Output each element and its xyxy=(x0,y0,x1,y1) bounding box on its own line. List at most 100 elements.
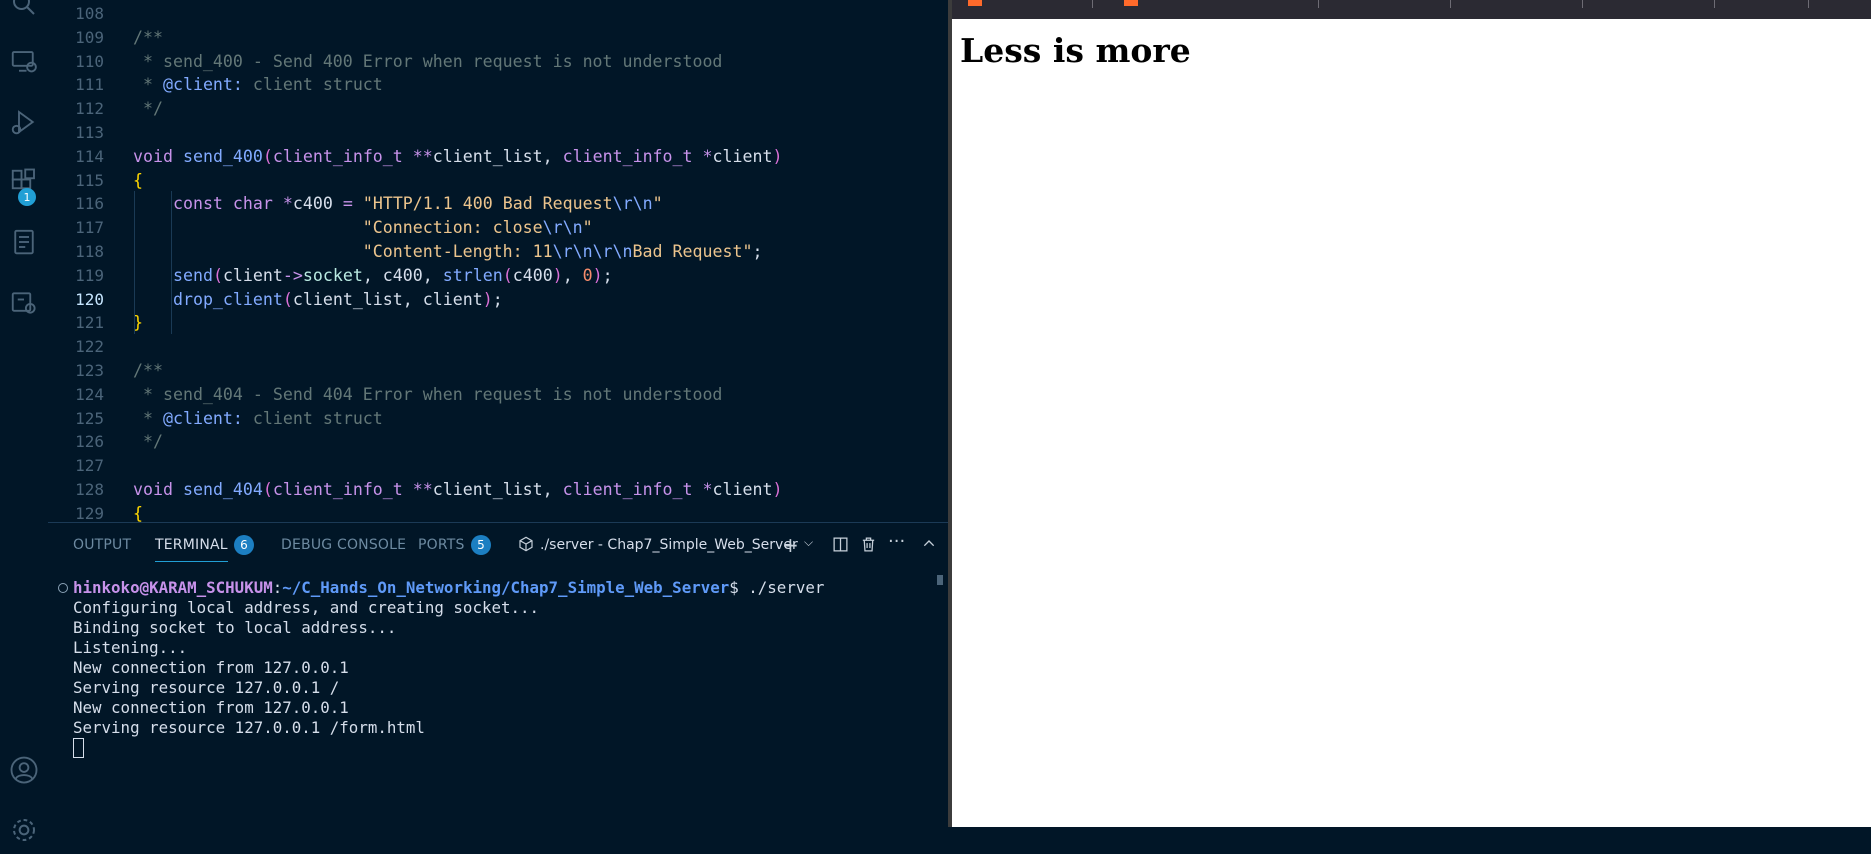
code-line[interactable]: * send_404 - Send 404 Error when request… xyxy=(133,383,722,407)
code-token: @client: xyxy=(162,408,243,428)
code-line[interactable]: /** xyxy=(133,26,163,50)
code-line[interactable]: * @client: client struct xyxy=(133,407,383,431)
code-token: */ xyxy=(133,99,163,119)
code-line[interactable]: * send_400 - Send 400 Error when request… xyxy=(133,50,722,74)
split-terminal-icon[interactable] xyxy=(832,536,849,557)
browser-page: Less is more xyxy=(952,19,1871,827)
docker-icon[interactable] xyxy=(0,278,48,326)
tab-terminal[interactable]: TERMINAL xyxy=(155,537,228,562)
terminal-output-line: Binding socket to local address... xyxy=(73,618,397,637)
code-token: "Content-Length: 11 xyxy=(362,242,553,261)
indent-guide xyxy=(134,191,135,334)
line-number: 127 xyxy=(75,456,104,476)
code-token: send xyxy=(172,265,213,285)
code-line[interactable]: */ xyxy=(133,430,163,454)
line-number: 113 xyxy=(75,123,104,142)
code-token: void xyxy=(133,146,173,166)
code-line[interactable]: * @client: client struct xyxy=(133,73,383,97)
code-token: ( xyxy=(262,146,273,166)
run-debug-icon[interactable] xyxy=(0,98,48,146)
code-token: void xyxy=(133,480,173,499)
code-line[interactable]: /** xyxy=(133,359,163,383)
code-token: 0 xyxy=(582,265,593,285)
code-token: * xyxy=(702,146,713,166)
code-token: = xyxy=(342,194,353,214)
code-token: send_404 xyxy=(182,480,263,499)
code-token: ) xyxy=(592,265,603,285)
code-token: client_info_t xyxy=(562,146,693,166)
remote-explorer-icon[interactable] xyxy=(0,38,48,86)
code-line[interactable]: const char *c400 = "HTTP/1.1 400 Bad Req… xyxy=(133,192,663,216)
search-icon[interactable] xyxy=(0,0,48,28)
code-token: c400 xyxy=(512,265,553,285)
code-token: ) xyxy=(552,265,563,285)
code-token: \r\n xyxy=(612,194,653,214)
code-token: , xyxy=(562,265,583,285)
maximize-panel-chevron-up-icon[interactable] xyxy=(921,535,937,555)
browser-tab-favicon[interactable] xyxy=(968,0,982,6)
terminal-output-line: New connection from 127.0.0.1 xyxy=(73,658,349,677)
terminal-count-badge: 6 xyxy=(234,535,254,555)
code-token: client_list, client xyxy=(292,289,483,309)
code-line[interactable]: send(client->socket, c400, strlen(c400),… xyxy=(133,264,613,288)
tab-debug-console[interactable]: DEBUG CONSOLE xyxy=(281,537,406,553)
code-token: client_info_t xyxy=(272,480,403,499)
command-decoration-icon[interactable] xyxy=(58,583,68,593)
code-token: strlen xyxy=(442,265,503,285)
terminal-name[interactable]: ./server - Chap7_Simple_Web_Server xyxy=(540,537,798,553)
code-token: " xyxy=(582,218,593,238)
tab-separator xyxy=(1714,0,1715,8)
chevron-down-icon[interactable]: ⌵ xyxy=(804,535,813,550)
code-line[interactable]: drop_client(client_list, client); xyxy=(133,288,503,312)
code-line[interactable]: */ xyxy=(133,97,163,121)
code-token: \r\n\r\n xyxy=(552,242,633,261)
outline-icon[interactable] xyxy=(0,218,48,266)
line-number: 110 xyxy=(75,51,104,71)
code-token: ; xyxy=(602,265,613,285)
terminal-prompt-line: hinkoko@KARAM_SCHUKUM:~/C_Hands_On_Netwo… xyxy=(73,578,824,598)
line-number: 124 xyxy=(75,384,104,404)
code-token: * send_404 - Send 404 Error when request… xyxy=(133,384,723,404)
code-token: ( xyxy=(282,289,293,309)
code-token: /** xyxy=(133,361,163,380)
terminal-scrollbar[interactable] xyxy=(937,575,943,585)
code-line[interactable]: { xyxy=(133,502,143,522)
code-token: * xyxy=(133,75,163,95)
code-line[interactable]: void send_404(client_info_t **client_lis… xyxy=(133,478,782,502)
line-number: 109 xyxy=(75,27,104,47)
code-token: @client: xyxy=(162,75,243,95)
code-line[interactable]: void send_400(client_info_t **client_lis… xyxy=(133,145,782,169)
code-token: send_400 xyxy=(182,146,263,166)
code-editor[interactable]: 108 109 110 111 112 113 114 115 116 117 118 119 120 1… xyxy=(48,0,948,522)
code-line[interactable]: "Connection: close\r\n" xyxy=(133,216,593,240)
tab-ports[interactable]: PORTS xyxy=(418,537,465,553)
new-terminal-plus-icon[interactable]: + xyxy=(782,533,799,557)
line-number: 111 xyxy=(75,75,104,95)
code-token: { xyxy=(133,503,143,522)
extensions-icon[interactable]: 1 xyxy=(0,158,48,206)
line-number: 116 xyxy=(75,194,104,214)
code-line[interactable]: { xyxy=(133,169,143,193)
extensions-badge: 1 xyxy=(18,188,36,206)
code-line[interactable]: "Content-Length: 11\r\n\r\nBad Request"; xyxy=(133,240,763,264)
code-token: \r\n xyxy=(542,218,583,238)
line-number: 112 xyxy=(75,99,104,119)
browser-tab-favicon[interactable] xyxy=(1124,0,1138,6)
tab-output[interactable]: OUTPUT xyxy=(73,537,131,553)
code-token: client struct xyxy=(242,408,383,428)
code-token: */ xyxy=(133,432,163,452)
more-actions-icon[interactable]: ··· xyxy=(888,531,905,552)
trash-icon[interactable] xyxy=(860,536,877,557)
account-icon[interactable] xyxy=(0,746,48,794)
line-number: 108 xyxy=(75,4,104,23)
settings-gear-icon[interactable] xyxy=(0,806,48,854)
